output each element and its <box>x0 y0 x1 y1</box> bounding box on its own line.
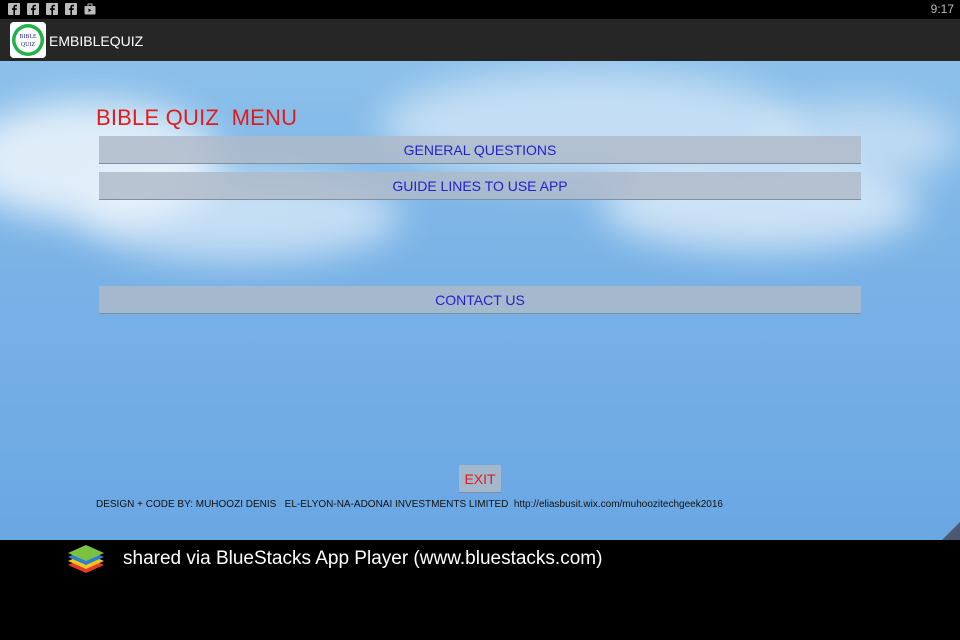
main-content: BIBLE QUIZ MENU GENERAL QUESTIONS GUIDE … <box>0 61 960 540</box>
clock: 9:17 <box>930 2 954 16</box>
facebook-icon <box>27 3 39 15</box>
facebook-icon <box>8 3 20 15</box>
logo-text-line1: BIBLE <box>19 34 37 40</box>
resize-grip-icon[interactable] <box>938 518 960 540</box>
bluestacks-logo-icon <box>68 545 104 573</box>
bible-quiz-logo-icon: BIBLE QUIZ <box>10 22 46 58</box>
status-bar: 9:17 <box>0 0 960 19</box>
general-questions-button[interactable]: GENERAL QUESTIONS <box>99 136 861 164</box>
credits-text: DESIGN + CODE BY: MUHOOZI DENIS EL-ELYON… <box>96 499 723 510</box>
notification-icons <box>8 3 96 15</box>
app-logo[interactable]: BIBLE QUIZ <box>10 22 46 58</box>
briefcase-icon <box>84 3 96 15</box>
share-footer-text: shared via BlueStacks App Player (www.bl… <box>123 548 603 569</box>
app-title: EMBIBLEQUIZ <box>49 33 144 49</box>
menu-title: BIBLE QUIZ MENU <box>96 105 298 130</box>
logo-text-line2: QUIZ <box>21 42 36 48</box>
contact-us-button[interactable]: CONTACT US <box>99 286 861 314</box>
guidelines-button[interactable]: GUIDE LINES TO USE APP <box>99 172 861 200</box>
facebook-icon <box>65 3 77 15</box>
exit-button[interactable]: EXIT <box>459 465 501 493</box>
facebook-icon <box>46 3 58 15</box>
app-bar <box>0 19 960 62</box>
